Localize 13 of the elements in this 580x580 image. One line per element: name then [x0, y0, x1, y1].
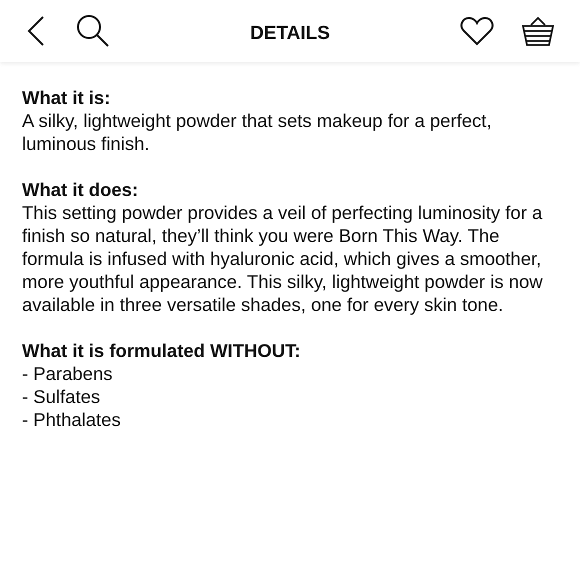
description-paragraph: This setting powder provides a veil of perfecting luminosity for a finish so natural, they’ll think you were Born This Way. The formula is infused with hyaluronic acid, which gives a smoother, more youthful appearance. This silky, lightweight powder is now available in three versatile shades, one for every skin tone.: [22, 201, 544, 316]
page-title: DETAILS: [250, 22, 330, 46]
section-heading: What it does:: [22, 178, 140, 201]
section-heading: What it is formulated WITHOUT:: [22, 339, 302, 362]
list-item: - Sulfates: [22, 385, 102, 408]
description-paragraph: A silky, lightweight powder that sets makeup for a perfect, luminous finish.: [22, 109, 493, 155]
list-item: - Phthalates: [22, 408, 122, 431]
heart-icon[interactable]: [460, 16, 494, 46]
basket-icon[interactable]: [522, 15, 554, 47]
list-item: - Parabens: [22, 362, 114, 385]
section-heading: What it is:: [22, 86, 112, 109]
search-icon[interactable]: [76, 14, 110, 48]
back-icon[interactable]: [26, 15, 46, 47]
